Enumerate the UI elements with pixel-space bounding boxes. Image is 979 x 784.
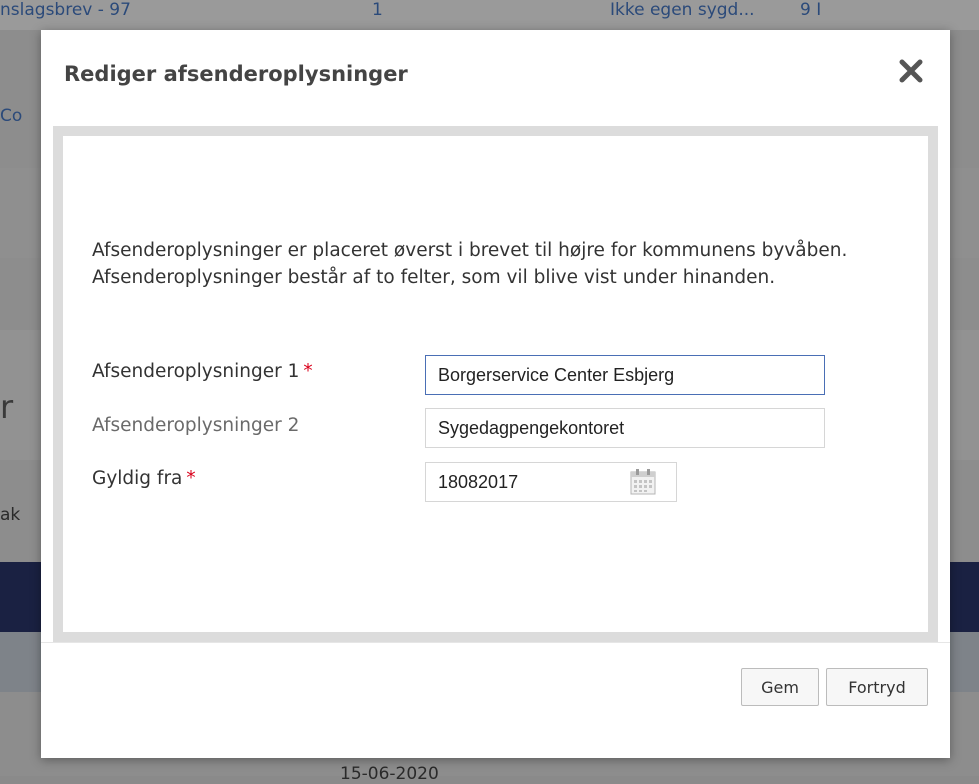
edit-sender-info-dialog: Rediger afsenderoplysninger Afsenderoply… [41, 30, 950, 758]
cancel-button[interactable]: Fortryd [826, 668, 928, 706]
sender-info-1-label-text: Afsenderoplysninger 1 [92, 361, 300, 382]
close-icon [899, 59, 923, 83]
required-marker: * [303, 361, 313, 382]
background-table-row: nslagsbrev - 97 1 Ikke egen sygd... 9 I [0, 0, 979, 30]
background-date: 15-06-2020 [340, 764, 439, 784]
calendar-button[interactable] [628, 467, 658, 497]
sender-info-1-input[interactable] [425, 355, 825, 395]
required-marker: * [186, 468, 196, 489]
footer-divider [41, 642, 950, 643]
background-cell: Ikke egen sygd... [610, 0, 755, 20]
background-heading: r [0, 388, 14, 426]
background-cell: 9 I [800, 0, 822, 20]
sender-info-2-label: Afsenderoplysninger 2 [92, 415, 299, 436]
dialog-body: Afsenderoplysninger er placeret øverst i… [63, 136, 928, 632]
close-button[interactable] [896, 56, 926, 86]
background-cell: nslagsbrev - 97 [0, 0, 131, 20]
calendar-icon [630, 469, 656, 495]
sender-info-2-input[interactable] [425, 408, 825, 448]
sender-info-2-label-text: Afsenderoplysninger 2 [92, 415, 300, 436]
background-link: Co [0, 106, 23, 126]
valid-from-label-text: Gyldig fra [92, 468, 183, 489]
background-cell: 1 [372, 0, 383, 20]
sender-info-1-label: Afsenderoplysninger 1 * [92, 361, 313, 382]
intro-text: Afsenderoplysninger er placeret øverst i… [92, 240, 848, 288]
save-button[interactable]: Gem [741, 668, 819, 706]
dialog-title: Rediger afsenderoplysninger [64, 62, 408, 86]
background-label: ak [0, 505, 21, 525]
dialog-header: Rediger afsenderoplysninger [41, 30, 950, 130]
valid-from-label: Gyldig fra * [92, 468, 196, 489]
dialog-body-frame: Afsenderoplysninger er placeret øverst i… [53, 126, 938, 642]
